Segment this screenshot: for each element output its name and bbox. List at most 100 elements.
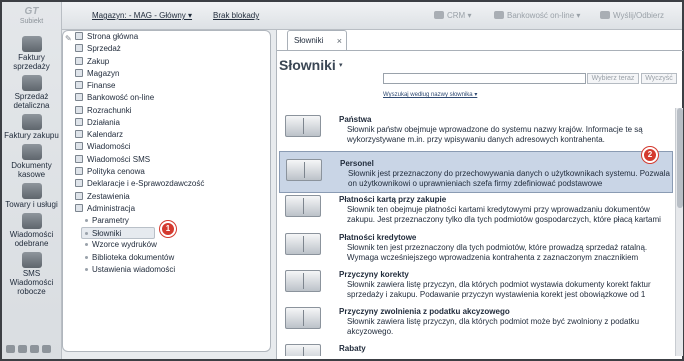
search-input[interactable] xyxy=(383,73,586,84)
quick-bar-tools xyxy=(6,345,60,355)
bullet-icon xyxy=(85,256,88,259)
quick-label: Faktury sprzedaży xyxy=(13,53,50,71)
tree-subitem-slowniki[interactable]: Słowniki xyxy=(81,227,155,239)
list-item[interactable]: Personel Słownik jest przeznaczony do pr… xyxy=(279,151,673,193)
crm-button[interactable]: CRM ▾ xyxy=(434,11,471,20)
bank-icon xyxy=(494,11,504,19)
list-item[interactable]: Płatności kartą przy zakupie Słownik ten… xyxy=(279,188,673,230)
item-description: Słownik jest przeznaczony do przechowywa… xyxy=(348,169,670,188)
tree-subitem-ustawienia-wiadomosci[interactable]: Ustawienia wiadomości xyxy=(85,264,175,276)
tree-item-dzialania[interactable]: Działania xyxy=(75,117,120,129)
tab-slowniki[interactable]: Słowniki × xyxy=(287,30,347,50)
clear-button[interactable]: Wyczyść xyxy=(641,73,677,84)
quick-faktury-zakupu[interactable]: Faktury zakupu xyxy=(2,114,61,140)
dictionary-book-icon xyxy=(285,344,321,356)
tree-item-label: Ustawienia wiadomości xyxy=(92,265,176,274)
tree-item-label: Polityka cenowa xyxy=(87,167,145,176)
dictionary-book-icon xyxy=(285,307,321,329)
tree-item-label: Zestawienia xyxy=(87,192,130,201)
tree-item-administracja[interactable]: Administracja xyxy=(75,203,135,215)
quick-launch-bar: GT Subiekt Faktury sprzedaży Sprzedaż de… xyxy=(2,2,62,359)
folder-icon xyxy=(75,192,83,200)
send-receive-button[interactable]: Wyślij/Odbierz xyxy=(600,11,664,20)
tree-subitem-wzorce-wydrukow[interactable]: Wzorce wydruków xyxy=(85,239,157,251)
tool-icon[interactable] xyxy=(18,345,27,353)
list-item[interactable]: Przyczyny korekty Słownik zawiera listę … xyxy=(279,263,673,305)
app-logo: GT Subiekt xyxy=(2,2,61,32)
tree-item-label: Rozrachunki xyxy=(87,106,132,115)
dictionary-book-icon xyxy=(285,270,321,292)
tab-label: Słowniki xyxy=(294,36,324,45)
close-icon[interactable]: × xyxy=(337,31,342,51)
pin-icon[interactable]: ✎ xyxy=(65,34,72,43)
tree-item-polityka-cenowa[interactable]: Polityka cenowa xyxy=(75,166,145,178)
search-button[interactable]: Wybierz teraz xyxy=(587,73,639,84)
online-banking-label: Bankowość on-line ▾ xyxy=(507,11,581,20)
folder-icon xyxy=(75,179,83,187)
home-icon xyxy=(75,32,83,40)
quick-label: SMS Wiadomości robocze xyxy=(9,269,54,296)
tool-icon[interactable] xyxy=(30,345,39,353)
quick-dokumenty-kasowe[interactable]: Dokumenty kasowe xyxy=(2,144,61,179)
crm-label: CRM ▾ xyxy=(447,11,472,20)
quick-label: Sprzedaż detaliczna xyxy=(13,92,50,110)
item-title: Państwa xyxy=(339,115,372,124)
tree-item-label: Wiadomości SMS xyxy=(87,155,151,164)
folder-icon xyxy=(75,106,83,114)
list-item[interactable]: Przyczyny zwolnienia z podatku akcyzoweg… xyxy=(279,300,673,342)
quick-label: Wiadomości odebrane xyxy=(9,230,54,248)
tree-subitem-parametry[interactable]: Parametry xyxy=(85,215,129,227)
tool-icon[interactable] xyxy=(42,345,51,353)
scrollbar-thumb[interactable] xyxy=(677,108,683,208)
list-item[interactable]: Rabaty xyxy=(279,337,673,356)
item-title: Przyczyny korekty xyxy=(339,270,409,279)
online-banking-button[interactable]: Bankowość on-line ▾ xyxy=(494,11,580,20)
tree-item-deklaracje[interactable]: Deklaracje i e-Sprawozdawczość xyxy=(75,178,204,190)
tree-item-zestawienia[interactable]: Zestawienia xyxy=(75,191,130,203)
item-title: Przyczyny zwolnienia z podatku akcyzoweg… xyxy=(339,307,510,316)
tree-item-rozrachunki[interactable]: Rozrachunki xyxy=(75,105,131,117)
folder-icon xyxy=(75,118,83,126)
send-receive-icon xyxy=(600,11,610,19)
tree-item-zakup[interactable]: Zakup xyxy=(75,56,109,68)
list-scrollbar[interactable] xyxy=(675,108,683,356)
tool-icon[interactable] xyxy=(6,345,15,353)
tree-item-wiadomosci-sms[interactable]: Wiadomości SMS xyxy=(75,154,150,166)
dictionary-book-icon xyxy=(285,195,321,217)
list-item[interactable]: Płatności kredytowe Słownik ten jest prz… xyxy=(279,226,673,268)
tree-item-label: Sprzedaż xyxy=(87,44,121,53)
inbox-icon xyxy=(21,213,42,229)
tree-item-bankowosc[interactable]: Bankowość on-line xyxy=(75,92,154,104)
tree-item-strona-glowna[interactable]: Strona główna xyxy=(75,31,138,43)
tree-item-label: Działania xyxy=(87,118,120,127)
tree-item-sprzedaz[interactable]: Sprzedaż xyxy=(75,43,121,55)
crm-icon xyxy=(434,11,444,19)
tree-item-kalendarz[interactable]: Kalendarz xyxy=(75,129,123,141)
quick-wiadomosci-odebrane[interactable]: Wiadomości odebrane xyxy=(2,213,61,248)
top-toolbar: Magazyn: - MAG - Główny ▾ Brak blokady C… xyxy=(62,2,682,30)
quick-towary-i-uslugi[interactable]: Towary i usługi xyxy=(2,183,61,209)
item-title: Płatności kredytowe xyxy=(339,233,417,242)
quick-label: Faktury zakupu xyxy=(4,131,59,140)
callout-badge-1: 1 xyxy=(160,221,176,237)
tree-item-label: Magazyn xyxy=(87,69,120,78)
lock-status-link[interactable]: Brak blokady xyxy=(213,11,259,20)
item-description: Słownik ten jest przeznaczony dla tych p… xyxy=(347,243,648,262)
tree-subitem-biblioteka-dokumentow[interactable]: Biblioteka dokumentów xyxy=(85,252,174,264)
quick-sms-wiadomosci-robocze[interactable]: SMS Wiadomości robocze xyxy=(2,252,61,296)
item-description: Słownik państw obejmuje wprowadzone do s… xyxy=(347,125,643,144)
tree-item-wiadomosci[interactable]: Wiadomości xyxy=(75,141,131,153)
list-item[interactable]: Państwa Słownik państw obejmuje wprowadz… xyxy=(279,108,673,150)
tree-item-label: Bankowość on-line xyxy=(87,93,155,102)
tree-item-label: Biblioteka dokumentów xyxy=(92,253,175,262)
search-by-dropdown[interactable]: Wyszukaj według nazwy słownika ▾ xyxy=(383,91,477,98)
item-description: Słownik ten obejmuje płatności kartami k… xyxy=(347,205,661,224)
tree-item-magazyn[interactable]: Magazyn xyxy=(75,68,119,80)
quick-faktury-sprzedazy[interactable]: Faktury sprzedaży xyxy=(2,36,61,71)
tree-item-finanse[interactable]: Finanse xyxy=(75,80,115,92)
bullet-icon xyxy=(85,268,88,271)
warehouse-selector[interactable]: Magazyn: - MAG - Główny ▾ xyxy=(92,11,192,20)
quick-sprzedaz-detaliczna[interactable]: Sprzedaż detaliczna xyxy=(2,75,61,110)
chevron-down-icon[interactable]: ▾ xyxy=(339,61,343,69)
receipt-icon xyxy=(21,75,42,91)
